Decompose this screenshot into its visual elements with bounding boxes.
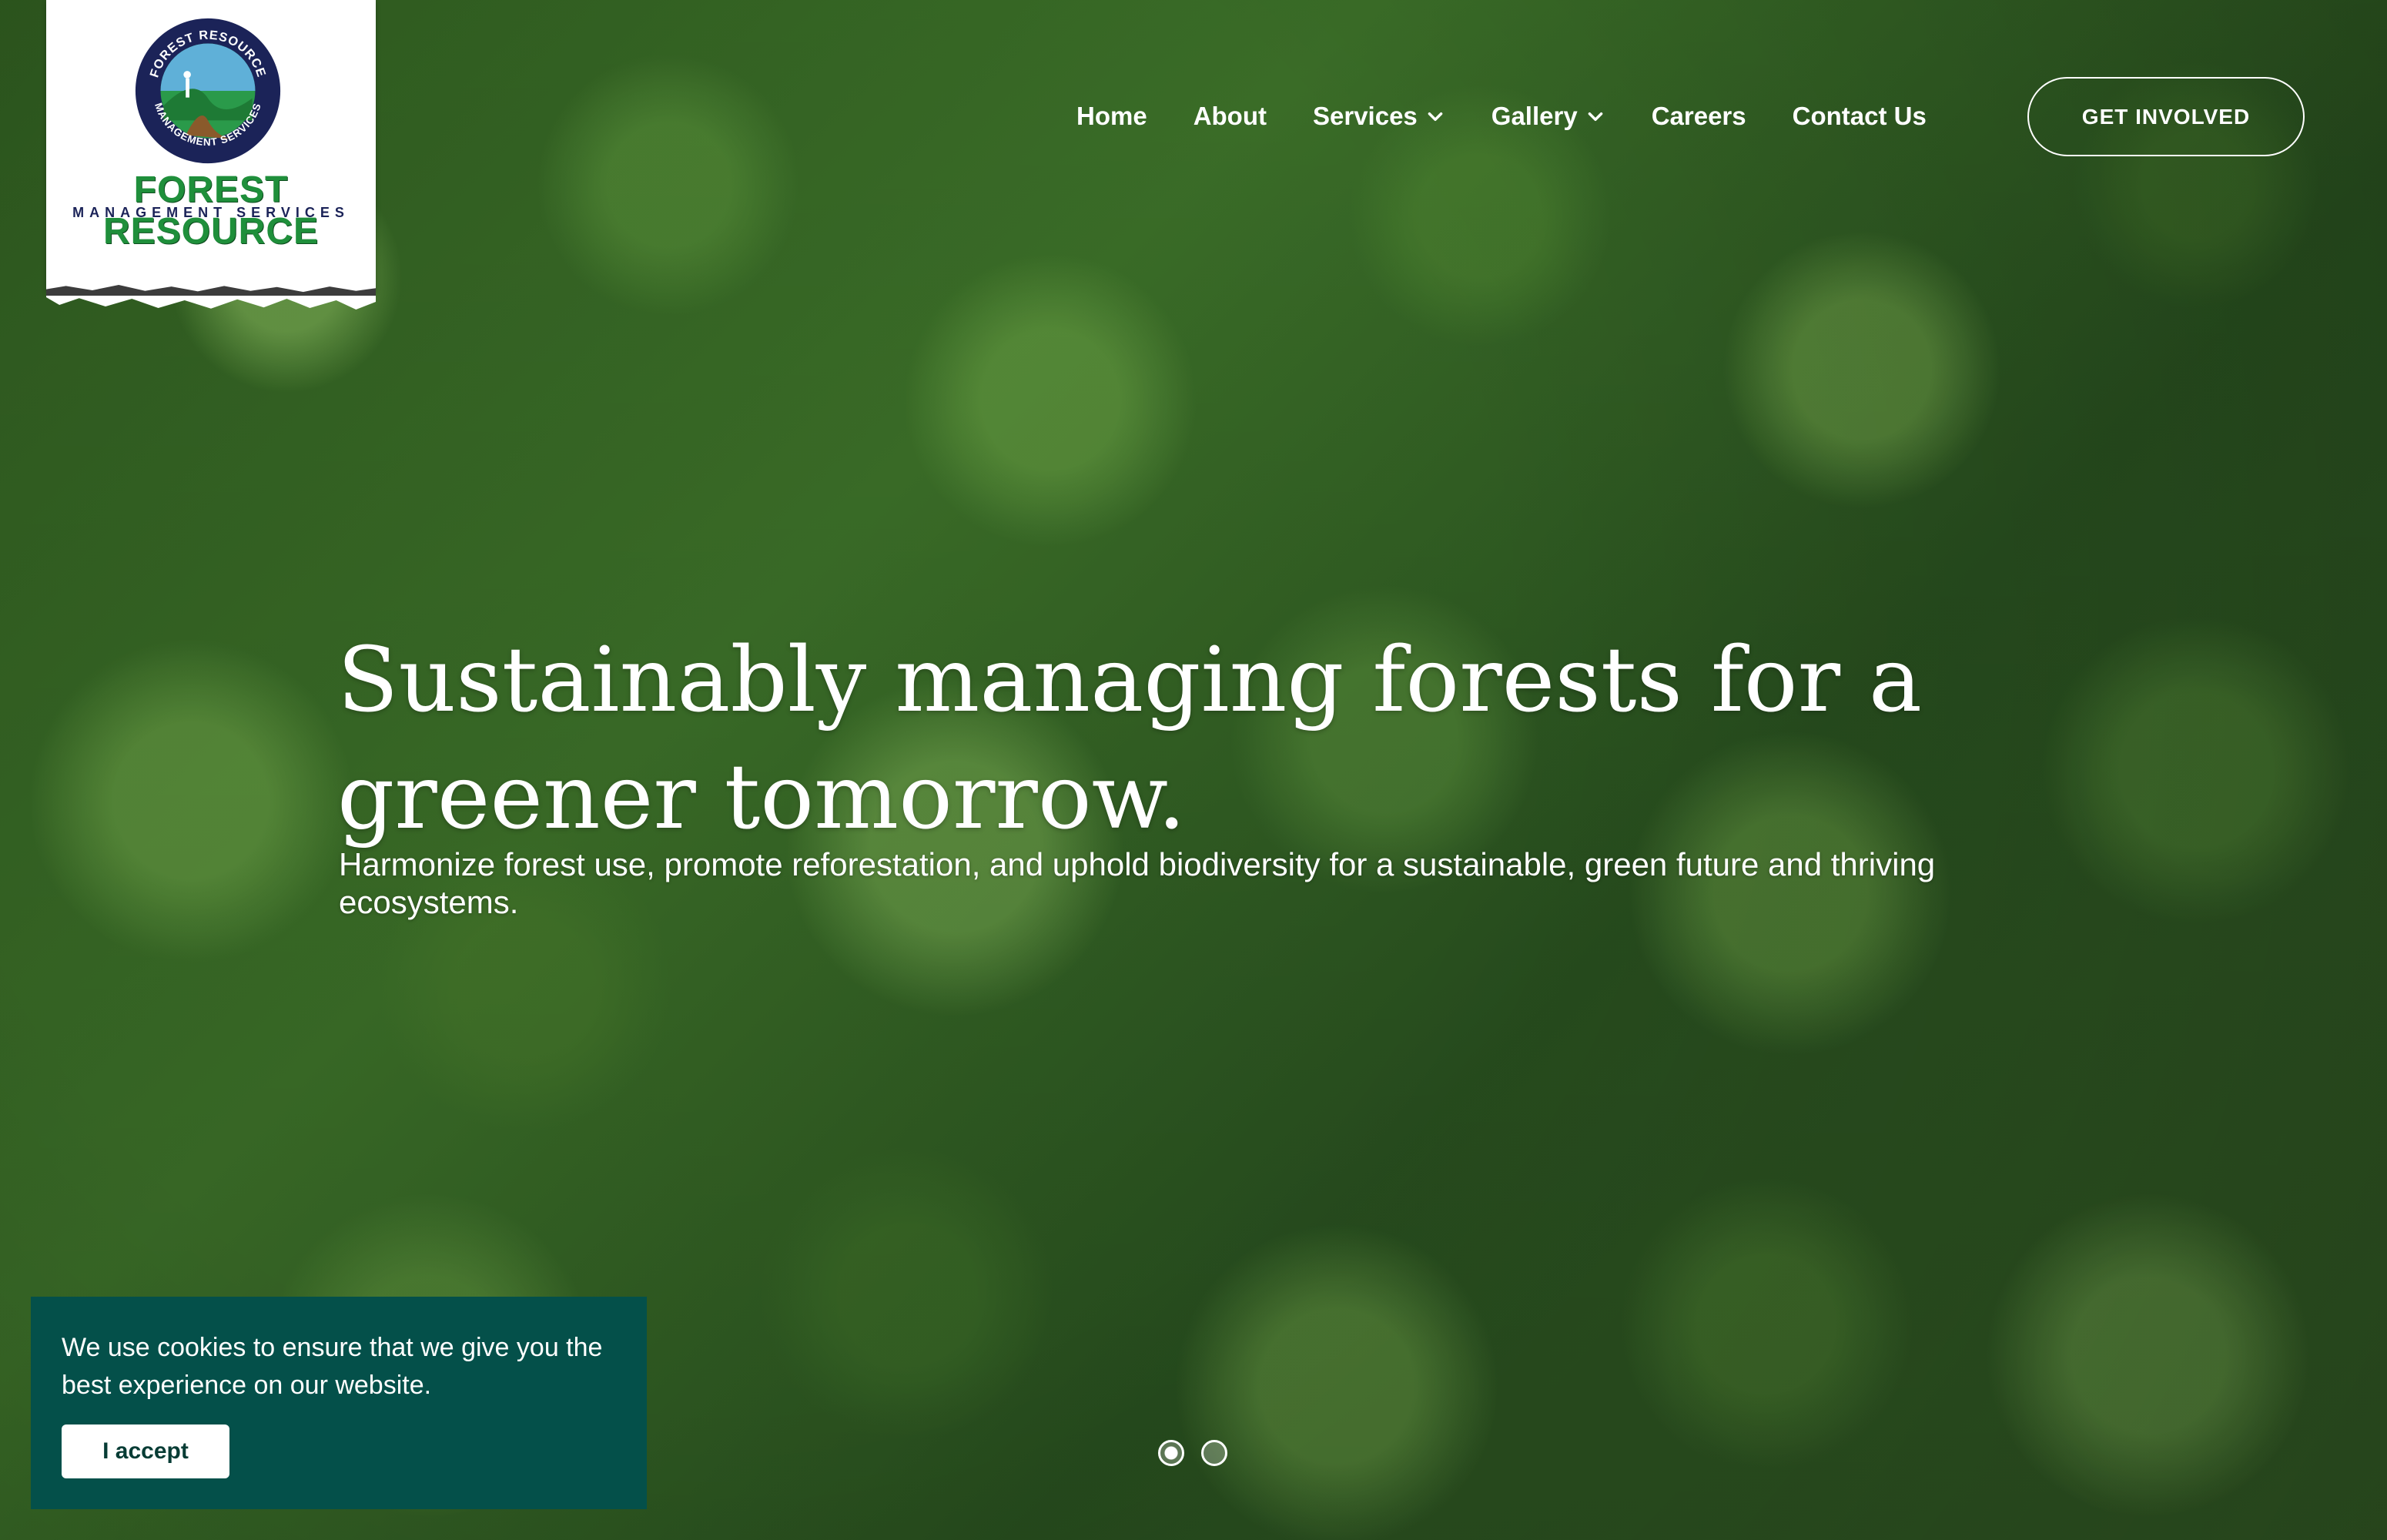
get-involved-button[interactable]: GET INVOLVED	[2027, 77, 2305, 156]
slide-dot-1[interactable]	[1158, 1440, 1184, 1466]
slider-pagination	[1158, 1440, 1244, 1466]
chevron-down-icon	[1428, 112, 1443, 122]
nav-item-home[interactable]: Home	[1076, 102, 1147, 131]
nav-item-label: Services	[1312, 102, 1418, 130]
chevron-down-icon	[1588, 112, 1603, 122]
nav-item-label: About	[1193, 102, 1267, 130]
nav-item-label: Home	[1076, 102, 1147, 130]
site-logo[interactable]: FOREST RESOURCE MANAGEMENT SERVICES FORE…	[46, 0, 376, 310]
cookie-message: We use cookies to ensure that we give yo…	[62, 1333, 603, 1400]
main-nav: Home About Services Gallery Careers Cont…	[1076, 102, 1927, 131]
slide-dot-2[interactable]	[1201, 1440, 1227, 1466]
nav-item-careers[interactable]: Careers	[1652, 102, 1746, 131]
brand-subtitle: MANAGEMENT SERVICES	[72, 205, 350, 220]
hero-headline: Sustainably managing forests for a green…	[337, 628, 1923, 849]
cookie-accept-button[interactable]: I accept	[62, 1424, 229, 1478]
nav-item-label: Careers	[1651, 102, 1746, 130]
nav-item-contact-us[interactable]: Contact Us	[1793, 102, 1927, 131]
nav-item-about[interactable]: About	[1194, 102, 1267, 131]
cookie-banner: We use cookies to ensure that we give yo…	[31, 1297, 647, 1509]
nav-item-label: Contact Us	[1792, 102, 1927, 130]
nav-item-gallery[interactable]: Gallery	[1491, 102, 1605, 131]
nav-item-label: Gallery	[1491, 102, 1578, 130]
nav-item-services[interactable]: Services	[1313, 102, 1445, 131]
logo-seal-icon: FOREST RESOURCE MANAGEMENT SERVICES	[135, 18, 281, 164]
hero-subtext: Harmonize forest use, promote reforestat…	[339, 846, 1936, 920]
